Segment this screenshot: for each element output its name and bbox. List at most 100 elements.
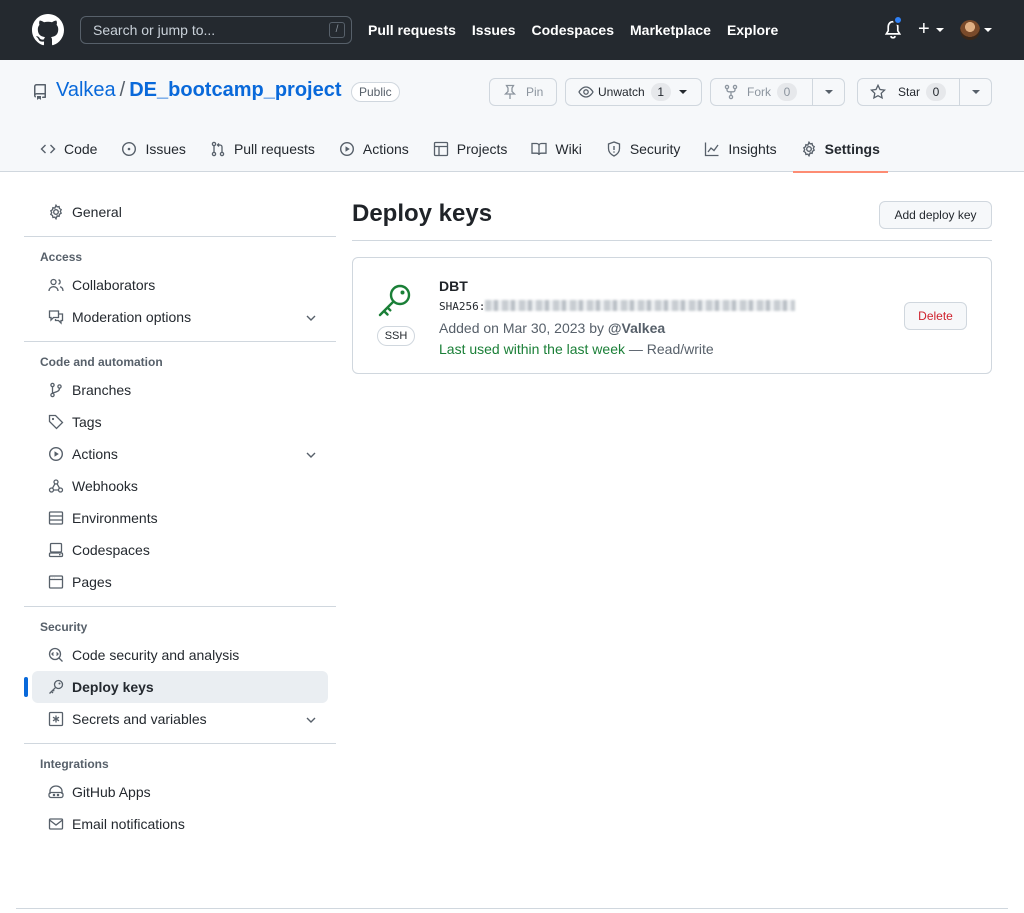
tab-actions[interactable]: Actions (331, 126, 417, 172)
key-added-info: Added on Mar 30, 2023 by @Valkea (439, 320, 665, 336)
nav-issues[interactable]: Issues (472, 22, 516, 38)
pin-button[interactable]: Pin (489, 78, 557, 106)
delete-key-button[interactable]: Delete (904, 302, 967, 330)
tab-code[interactable]: Code (32, 126, 105, 172)
add-deploy-key-button[interactable]: Add deploy key (879, 201, 992, 229)
tab-label: Pull requests (233, 141, 315, 157)
unread-indicator (893, 15, 903, 25)
nav-codespaces[interactable]: Codespaces (532, 22, 614, 38)
fork-button[interactable]: Fork 0 (710, 78, 845, 106)
sidebar-item-secrets[interactable]: Secrets and variables (32, 703, 328, 735)
sidebar-heading-code-automation: Code and automation (40, 355, 163, 369)
repo-owner-link[interactable]: Valkea (56, 79, 116, 101)
sidebar-item-actions[interactable]: Actions (32, 438, 328, 470)
pull-request-icon (211, 141, 225, 157)
repo-name-link[interactable]: DE_bootcamp_project (129, 79, 341, 101)
server-icon (48, 511, 64, 525)
key-usage-info: Last used within the last week — Read/wr… (439, 341, 714, 357)
chevron-down-icon (306, 315, 316, 321)
chevron-down-icon (678, 90, 687, 94)
sidebar-item-environments[interactable]: Environments (32, 502, 328, 534)
sidebar-item-label: Moderation options (72, 309, 192, 325)
table-icon (433, 141, 448, 157)
redacted-fingerprint (485, 300, 796, 311)
tab-wiki[interactable]: Wiki (523, 126, 589, 172)
sidebar-item-label: Environments (72, 510, 158, 526)
tab-label: Settings (824, 141, 880, 157)
repository-header: Valkea / DE_bootcamp_project Public Pin Un… (0, 60, 1024, 173)
star-dropdown-chevron-icon[interactable] (959, 79, 991, 105)
star-button[interactable]: Star 0 (857, 78, 992, 106)
watch-count: 1 (650, 83, 671, 101)
nav-pull-requests[interactable]: Pull requests (368, 22, 456, 38)
divider (352, 240, 992, 241)
sidebar-item-github-apps[interactable]: GitHub Apps (32, 776, 328, 808)
sidebar-item-label: Branches (72, 382, 132, 398)
sidebar-item-webhooks[interactable]: Webhooks (32, 470, 328, 502)
search-shortcut-hint: / (329, 22, 345, 38)
sidebar-item-label: Code security and analysis (72, 647, 240, 663)
tab-issues[interactable]: Issues (113, 126, 193, 172)
gear-icon (802, 141, 815, 157)
mail-icon (48, 818, 64, 830)
graph-icon (705, 142, 719, 157)
play-icon (48, 446, 64, 462)
tab-label: Actions (362, 141, 409, 157)
chevron-down-icon (984, 28, 992, 32)
avatar[interactable] (960, 20, 980, 40)
added-by-link[interactable]: @Valkea (608, 320, 665, 336)
sidebar-item-label: Webhooks (72, 478, 138, 494)
sidebar-item-label: Pages (72, 574, 112, 590)
last-used-text: Last used within the last week (439, 341, 625, 357)
key-type-badge: SSH (377, 326, 415, 346)
sidebar-item-tags[interactable]: Tags (32, 406, 328, 438)
repo-tabs: Code Issues Pull requests Actions Projec… (32, 126, 896, 173)
webhook-icon (48, 479, 64, 493)
unwatch-label: Unwatch (598, 85, 645, 99)
tab-projects[interactable]: Projects (425, 126, 516, 172)
sidebar-item-moderation[interactable]: Moderation options (32, 301, 328, 333)
divider (24, 236, 336, 237)
code-icon (40, 144, 56, 154)
global-header: Search or jump to... / Pull requests Iss… (0, 0, 1024, 60)
sidebar-item-deploy-keys[interactable]: Deploy keys (24, 671, 328, 703)
star-count: 0 (926, 83, 947, 101)
gear-icon (49, 204, 63, 220)
repo-title-separator: / (119, 79, 126, 101)
book-icon (531, 142, 548, 156)
github-logo-icon[interactable] (32, 14, 64, 46)
tab-insights[interactable]: Insights (696, 126, 784, 172)
tab-label: Insights (728, 141, 777, 157)
sidebar-heading-integrations: Integrations (40, 757, 109, 771)
tab-pull-requests[interactable]: Pull requests (202, 126, 323, 172)
codespaces-icon (48, 542, 64, 558)
sidebar-item-collaborators[interactable]: Collaborators (32, 269, 328, 301)
fingerprint-prefix: SHA256: (439, 300, 486, 313)
access-level-text: — Read/write (628, 341, 714, 357)
divider (24, 606, 336, 607)
sidebar-item-email-notifications[interactable]: Email notifications (32, 808, 328, 840)
search-input[interactable]: Search or jump to... / (80, 16, 352, 44)
sidebar-item-pages[interactable]: Pages (32, 566, 328, 598)
divider (24, 341, 336, 342)
tab-settings[interactable]: Settings (792, 126, 889, 173)
sidebar-item-label: Collaborators (72, 277, 156, 293)
sidebar-item-codespaces[interactable]: Codespaces (32, 534, 328, 566)
global-nav: Pull requests Issues Codespaces Marketpl… (368, 0, 778, 60)
search-placeholder: Search or jump to... (93, 22, 216, 38)
tab-security[interactable]: Security (598, 126, 689, 172)
star-icon (870, 84, 886, 100)
repo-icon (33, 84, 46, 100)
sidebar-item-general[interactable]: General (32, 196, 328, 228)
unwatch-button[interactable]: Unwatch 1 (565, 78, 702, 106)
nav-explore[interactable]: Explore (727, 22, 778, 38)
create-new-menu[interactable]: + (918, 19, 946, 40)
sidebar-item-label: Deploy keys (72, 679, 154, 695)
fork-dropdown-chevron-icon[interactable] (812, 79, 844, 105)
page-title: Deploy keys (352, 200, 493, 227)
tag-icon (48, 414, 64, 430)
sidebar-item-label: GitHub Apps (72, 784, 151, 800)
sidebar-item-code-security[interactable]: Code security and analysis (32, 639, 328, 671)
sidebar-item-branches[interactable]: Branches (32, 374, 328, 406)
nav-marketplace[interactable]: Marketplace (630, 22, 711, 38)
